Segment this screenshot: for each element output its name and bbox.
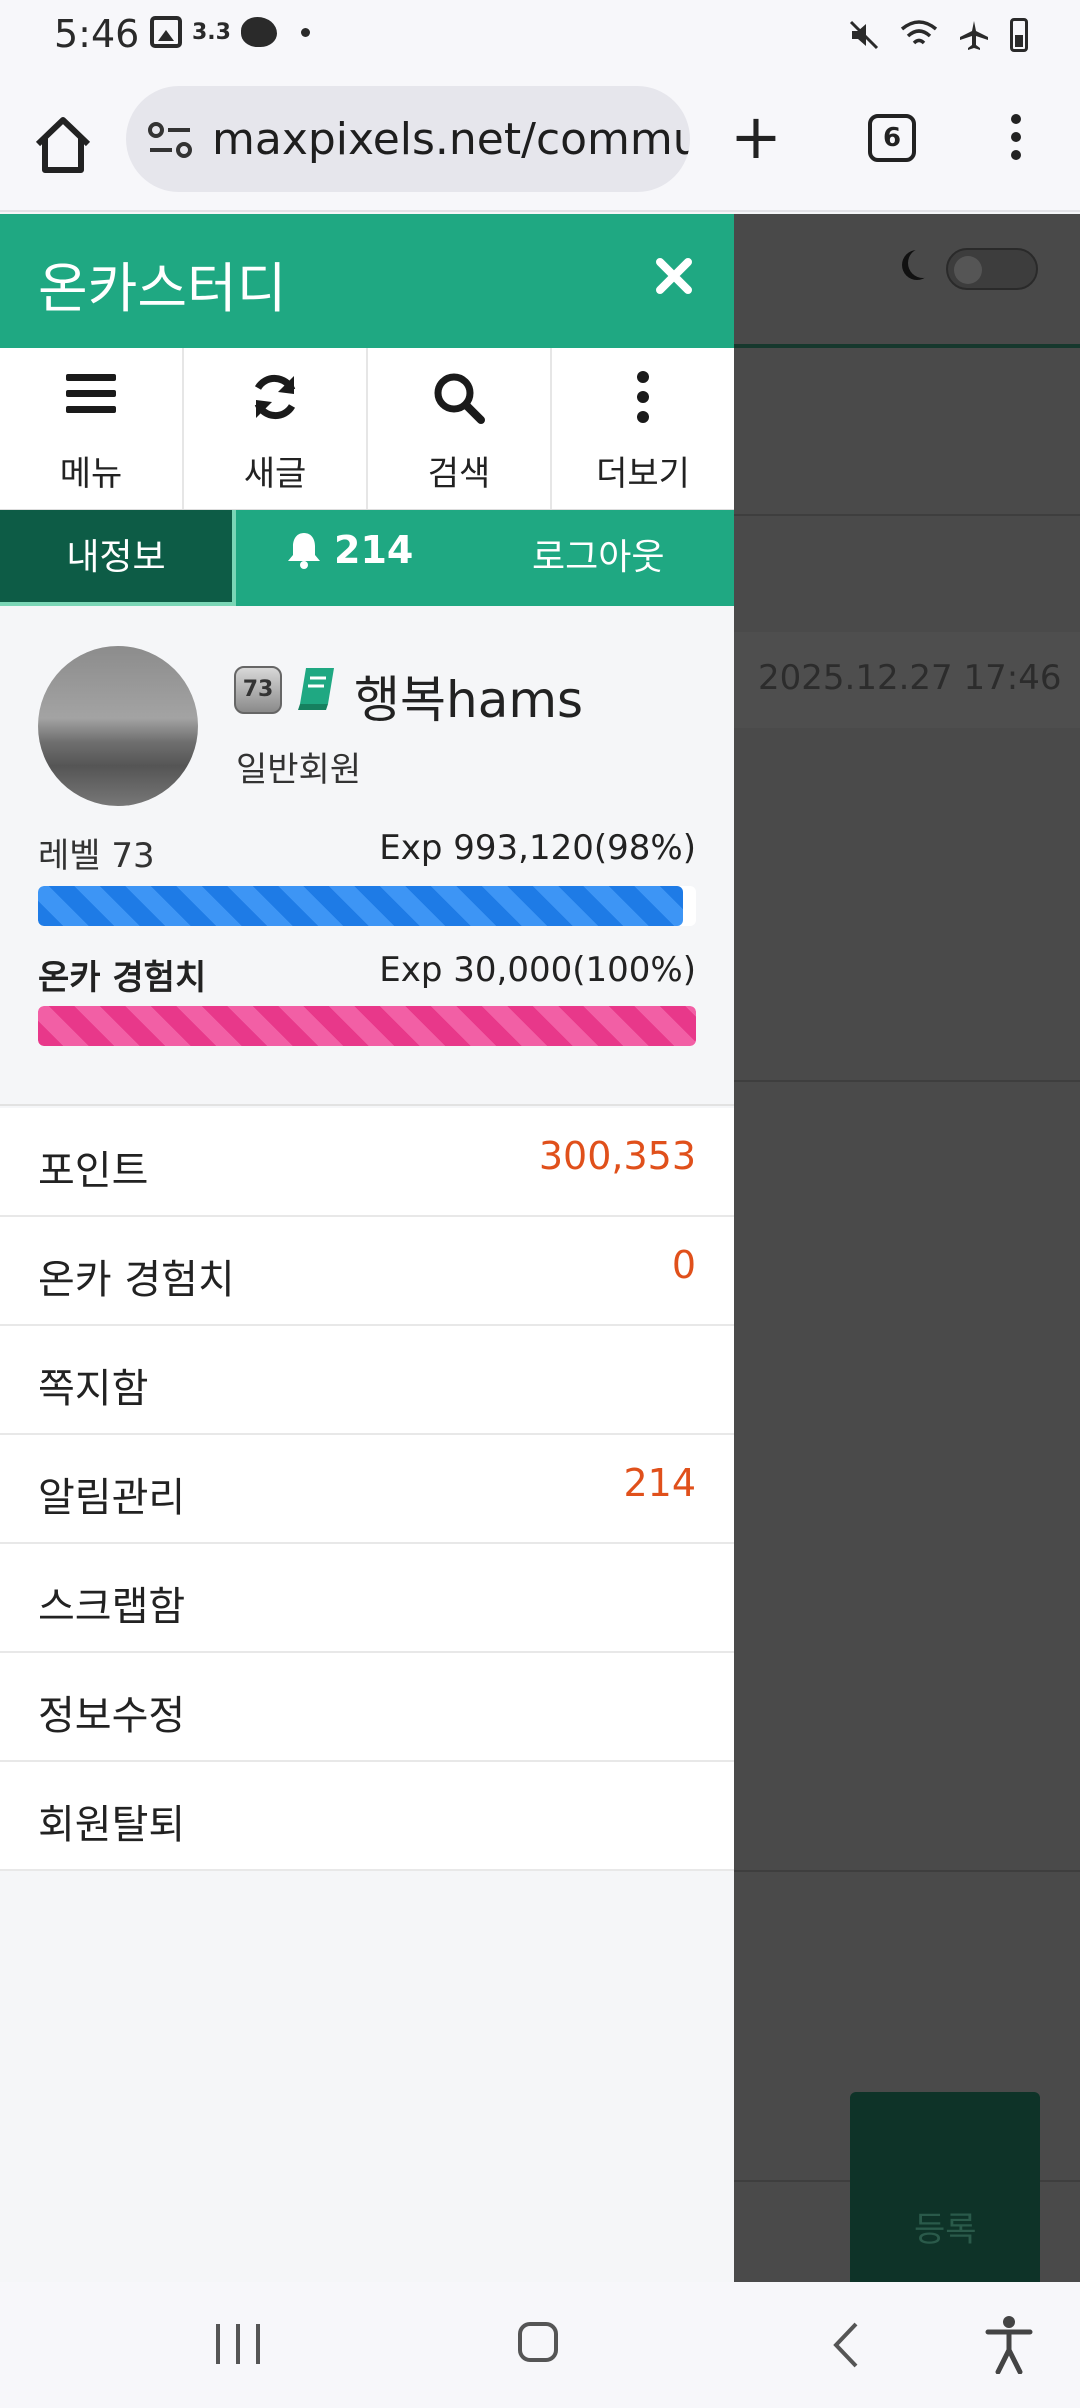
new-posts-button[interactable]: 새글 xyxy=(184,348,368,509)
divider xyxy=(734,1080,1080,1082)
menu-item-label: 알림관리 xyxy=(38,1475,186,1521)
home-icon[interactable] xyxy=(30,112,96,178)
level-label: 레벨 73 xyxy=(38,836,155,876)
menu-item-label: 정보수정 xyxy=(38,1693,186,1739)
menu-item-label: 쪽지함 xyxy=(38,1366,149,1412)
onka-progress-bar xyxy=(38,1006,696,1046)
background-topbar xyxy=(734,214,1080,348)
tab-logout[interactable]: 로그아웃 xyxy=(532,528,664,580)
level-badge: 73 xyxy=(234,666,282,714)
dark-mode-toggle[interactable] xyxy=(946,248,1038,290)
menu-item-edit-profile[interactable]: 정보수정 xyxy=(0,1653,734,1762)
status-time: 5:46 xyxy=(54,12,140,56)
book-icon xyxy=(298,668,334,710)
hamburger-icon xyxy=(66,374,116,413)
search-icon xyxy=(434,373,485,424)
member-type: 일반회원 xyxy=(236,750,362,790)
battery-icon xyxy=(1010,18,1028,52)
divider xyxy=(734,1870,1080,1872)
home-nav-icon[interactable] xyxy=(518,2322,558,2362)
moon-icon xyxy=(908,248,938,278)
browser-toolbar: maxpixels.net/commu + 6 xyxy=(0,72,1080,212)
more-vertical-icon xyxy=(637,371,649,423)
back-icon[interactable] xyxy=(826,2320,866,2370)
divider xyxy=(734,514,1080,516)
notification-dot-icon xyxy=(300,27,310,37)
menu-item-withdraw[interactable]: 회원탈퇴 xyxy=(0,1762,734,1871)
register-button[interactable]: 등록 xyxy=(850,2092,1040,2292)
menu-button[interactable]: 메뉴 xyxy=(0,348,184,509)
exp-progress-fill xyxy=(38,886,683,926)
site-settings-icon[interactable] xyxy=(146,120,196,160)
recent-apps-icon[interactable] xyxy=(216,2324,260,2364)
status-right-icons xyxy=(848,18,1028,52)
menu-item-label: 포인트 xyxy=(38,1148,149,1194)
chat-bubble-icon xyxy=(240,17,277,47)
new-tab-button[interactable]: + xyxy=(730,106,782,168)
menu-item-label: 온카 경험치 xyxy=(38,1257,235,1303)
tab-my-info-label: 내정보 xyxy=(66,537,166,578)
search-button[interactable]: 검색 xyxy=(368,348,552,509)
profile-section: 73 행복hams 일반회원 레벨 73 Exp 993,120(98%) 온카… xyxy=(0,606,734,1106)
menu-item-onka-exp[interactable]: 온카 경험치 0 xyxy=(0,1217,734,1326)
menu-item-value: 214 xyxy=(623,1461,696,1505)
background-date: 2025.12.27 17:46 xyxy=(758,658,1062,698)
wifi-icon xyxy=(900,20,938,45)
menu-item-scrapbook[interactable]: 스크랩함 xyxy=(0,1544,734,1653)
system-nav-bar xyxy=(0,2282,1080,2408)
more-label: 더보기 xyxy=(596,454,690,494)
network-speed: 3.3 xyxy=(192,19,231,45)
drawer-header: 온카스터디 xyxy=(0,214,734,348)
accessibility-icon[interactable] xyxy=(984,2314,1034,2374)
menu-item-notification-settings[interactable]: 알림관리 214 xyxy=(0,1435,734,1544)
drawer-menu-list: 포인트 300,353 온카 경험치 0 쪽지함 알림관리 214 스크랩함 정… xyxy=(0,1108,734,1871)
tab-switcher-button[interactable]: 6 xyxy=(868,114,916,162)
menu-item-value: 300,353 xyxy=(538,1134,696,1178)
menu-item-points[interactable]: 포인트 300,353 xyxy=(0,1108,734,1217)
bell-icon xyxy=(288,533,320,569)
register-label: 등록 xyxy=(914,2210,977,2250)
notification-count: 214 xyxy=(334,528,414,572)
new-posts-label: 새글 xyxy=(243,454,307,494)
menu-item-label: 스크랩함 xyxy=(38,1584,186,1630)
avatar[interactable] xyxy=(38,646,198,806)
tab-my-info[interactable]: 내정보 xyxy=(0,510,236,606)
browser-menu-button[interactable] xyxy=(1006,114,1026,174)
url-text: maxpixels.net/commu xyxy=(212,114,690,165)
menu-item-value: 0 xyxy=(671,1243,696,1287)
side-drawer: 온카스터디 메뉴 새글 검색 더보기 내정보 214 로그아웃 73 행복ham… xyxy=(0,214,734,2282)
menu-label: 메뉴 xyxy=(59,454,123,494)
address-bar[interactable]: maxpixels.net/commu xyxy=(126,86,690,192)
close-icon[interactable] xyxy=(654,256,694,296)
search-label: 검색 xyxy=(427,454,491,494)
image-icon xyxy=(150,16,182,48)
site-title[interactable]: 온카스터디 xyxy=(38,244,286,323)
tab-notifications[interactable]: 214 xyxy=(286,528,413,572)
menu-item-messages[interactable]: 쪽지함 xyxy=(0,1326,734,1435)
exp-value: Exp 993,120(98%) xyxy=(379,828,696,868)
status-left-icons: 3.3 xyxy=(150,16,310,48)
onka-exp-value: Exp 30,000(100%) xyxy=(379,950,696,990)
background-page-overlay[interactable]: 2025.12.27 17:46 등록 xyxy=(734,214,1080,2292)
drawer-tabs: 내정보 214 로그아웃 xyxy=(0,510,734,606)
onka-exp-label: 온카 경험치 xyxy=(38,958,207,998)
drawer-toolbar: 메뉴 새글 검색 더보기 xyxy=(0,348,734,510)
airplane-icon xyxy=(960,21,988,50)
more-button[interactable]: 더보기 xyxy=(552,348,734,509)
mute-icon xyxy=(849,20,879,50)
refresh-icon xyxy=(254,374,296,420)
status-bar: 5:46 3.3 xyxy=(0,0,1080,72)
exp-progress-bar xyxy=(38,886,696,926)
onka-progress-fill xyxy=(38,1006,696,1046)
menu-item-label: 회원탈퇴 xyxy=(38,1802,186,1848)
username[interactable]: 행복hams xyxy=(354,660,583,732)
